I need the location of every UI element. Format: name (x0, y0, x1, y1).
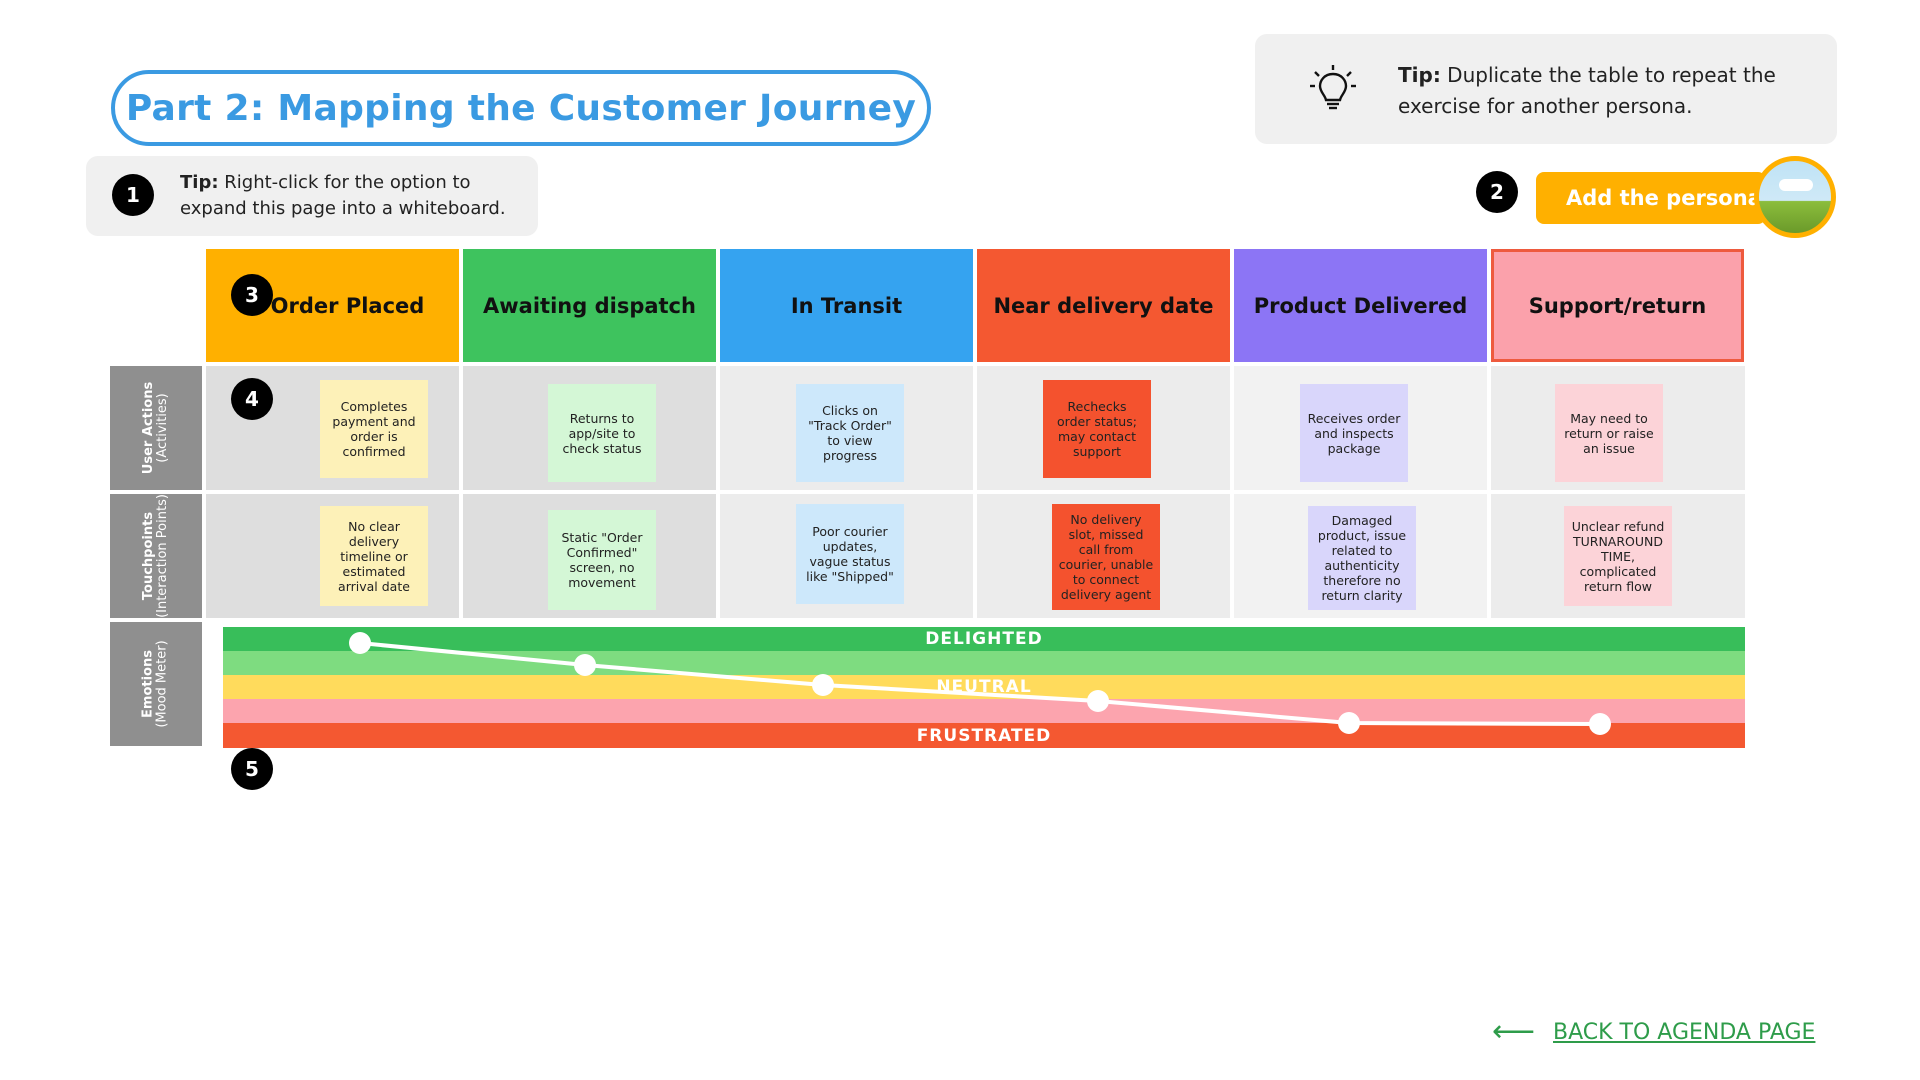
sticky-note-user-action[interactable]: Rechecks order status; may contact suppo… (1043, 380, 1151, 478)
page-title-pill: Part 2: Mapping the Customer Journey (111, 70, 931, 146)
tip-box-duplicate: Tip: Duplicate the table to repeat the e… (1255, 34, 1837, 144)
page-title: Part 2: Mapping the Customer Journey (125, 87, 917, 129)
row-title: Touchpoints (141, 511, 157, 601)
step-marker-2: 2 (1476, 171, 1518, 213)
persona-avatar[interactable] (1754, 156, 1836, 238)
stage-header-near-delivery-date: Near delivery date (977, 249, 1230, 362)
back-to-agenda-link[interactable]: ⟵ BACK TO AGENDA PAGE (1492, 1014, 1842, 1050)
mood-point (1338, 712, 1360, 734)
stage-label: In Transit (790, 293, 903, 318)
lightbulb-icon (1310, 65, 1356, 110)
sticky-note-touchpoint[interactable]: Static "Order Confirmed" screen, no move… (548, 510, 656, 610)
step-marker-3: 3 (231, 274, 273, 316)
cloud-icon (1779, 179, 1813, 191)
mood-line (359, 641, 1601, 726)
tip-body: Duplicate the table to repeat the exerci… (1398, 63, 1776, 118)
row-subtitle: (Mood Meter) (155, 640, 170, 728)
stage-label: Order Placed (270, 293, 425, 318)
tip-text: Tip: Duplicate the table to repeat the e… (1398, 60, 1818, 122)
arrow-left-icon: ⟵ (1492, 1014, 1536, 1049)
sticky-note-touchpoint[interactable]: No clear delivery timeline or estimated … (320, 506, 428, 606)
mood-point (1589, 713, 1611, 735)
tip-body: Right-click for the option to expand thi… (180, 172, 506, 219)
tip-text: Tip: Right-click for the option to expan… (180, 170, 530, 222)
sticky-note-user-action[interactable]: Clicks on "Track Order" to view progress (796, 384, 904, 482)
stage-header-support-return: Support/return (1491, 249, 1744, 362)
row-subtitle: (Activities) (155, 393, 171, 463)
mood-line-chart (349, 632, 1611, 735)
add-persona-button[interactable]: Add the persona (1536, 172, 1766, 224)
sticky-note-user-action[interactable]: May need to return or raise an issue (1555, 384, 1663, 482)
sticky-note-user-action[interactable]: Receives order and inspects package (1300, 384, 1408, 482)
row-label-user-actions: User Actions (Activities) (110, 366, 202, 490)
step-marker-4: 4 (231, 378, 273, 420)
step-marker-1: 1 (112, 174, 154, 216)
stage-label: Product Delivered (1253, 293, 1468, 318)
stage-header-in-transit: In Transit (720, 249, 973, 362)
step-marker-5: 5 (231, 748, 273, 790)
mood-point (574, 654, 596, 676)
sticky-note-touchpoint[interactable]: Unclear refund TURNAROUND TIME, complica… (1564, 506, 1672, 606)
mood-point (349, 632, 371, 654)
row-subtitle: (Interaction Points) (155, 494, 171, 618)
stage-header-awaiting-dispatch: Awaiting dispatch (463, 249, 716, 362)
sticky-note-user-action[interactable]: Completes payment and order is confirmed (320, 380, 428, 478)
stage-header-product-delivered: Product Delivered (1234, 249, 1487, 362)
stage-label: Support/return (1528, 293, 1707, 318)
mood-point (1087, 690, 1109, 712)
tip-box-whiteboard: 1 Tip: Right-click for the option to exp… (86, 156, 538, 236)
tip-label: Tip: (1398, 63, 1441, 87)
sticky-note-touchpoint[interactable]: Damaged product, issue related to authen… (1308, 506, 1416, 610)
back-link-label[interactable]: BACK TO AGENDA PAGE (1553, 1020, 1815, 1045)
sticky-note-user-action[interactable]: Returns to app/site to check status (548, 384, 656, 482)
row-title: User Actions (141, 381, 157, 475)
row-label-emotions: Emotions (Mood Meter) (110, 622, 202, 746)
sticky-note-touchpoint[interactable]: Poor courier updates, vague status like … (796, 504, 904, 604)
mood-point (812, 674, 834, 696)
stage-label: Near delivery date (993, 293, 1214, 318)
sticky-note-touchpoint[interactable]: No delivery slot, missed call from couri… (1052, 504, 1160, 610)
stage-label: Awaiting dispatch (483, 293, 696, 318)
tip-label: Tip: (180, 172, 219, 193)
row-label-touchpoints: Touchpoints (Interaction Points) (110, 494, 202, 618)
